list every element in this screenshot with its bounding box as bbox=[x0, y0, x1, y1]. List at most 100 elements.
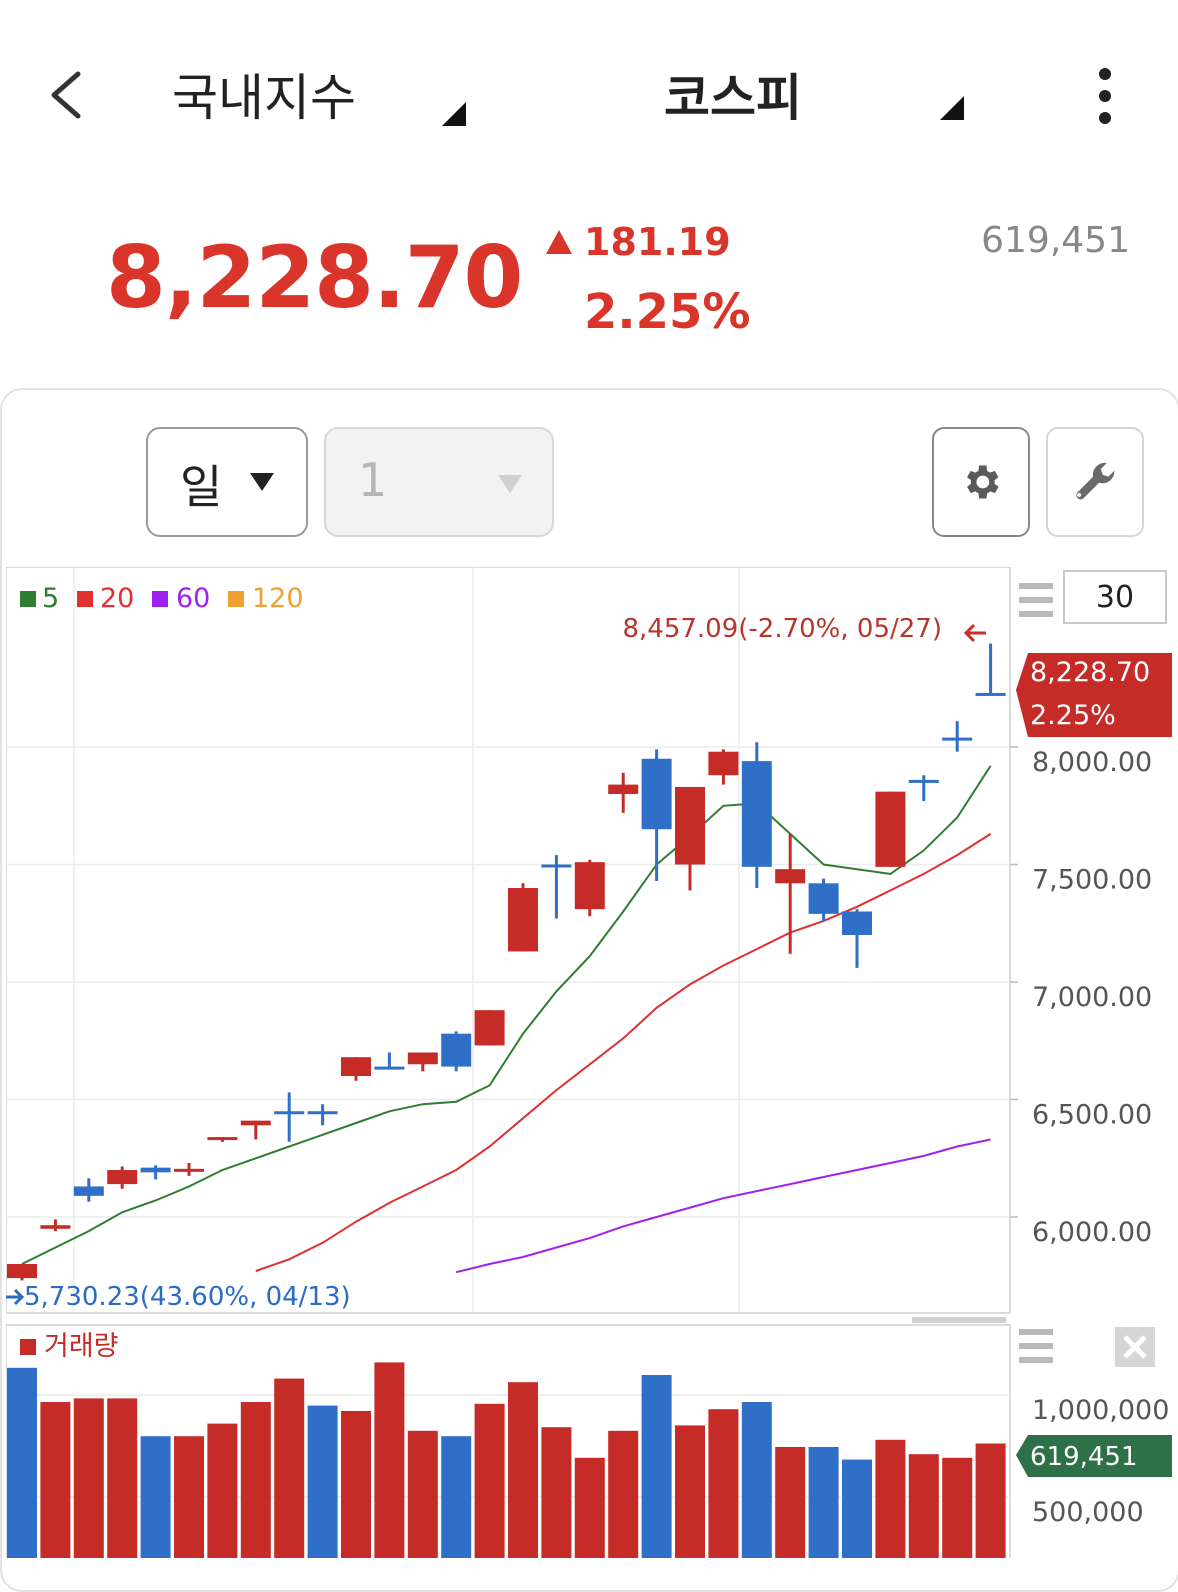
wrench-icon bbox=[1076, 462, 1115, 500]
back-chevron-icon[interactable] bbox=[46, 70, 86, 120]
legend-label-5: 5 bbox=[42, 583, 59, 614]
volume-bar bbox=[274, 1378, 305, 1558]
chart-menu-icon[interactable] bbox=[1019, 583, 1053, 617]
volume-last-tag-value: 619,451 bbox=[1030, 1442, 1138, 1472]
candle-body bbox=[942, 737, 973, 741]
volume-bar bbox=[541, 1427, 572, 1558]
chevron-down-icon bbox=[498, 475, 522, 493]
price-axis-tick-label: 7,000.00 bbox=[1032, 982, 1152, 1013]
candle-body bbox=[207, 1137, 238, 1141]
legend-swatch-20 bbox=[77, 591, 93, 607]
more-options-icon[interactable] bbox=[1090, 66, 1120, 126]
chevron-down-icon bbox=[250, 473, 274, 491]
volume-bar bbox=[975, 1443, 1006, 1558]
candle-body bbox=[608, 784, 639, 794]
price-change-percent: 2.25% bbox=[584, 284, 751, 340]
volume-bar bbox=[140, 1436, 171, 1558]
volume-bar bbox=[441, 1436, 472, 1558]
gear-icon bbox=[967, 465, 999, 499]
candle-body bbox=[574, 862, 605, 910]
candle-body bbox=[73, 1186, 104, 1196]
volume-bar bbox=[240, 1402, 271, 1558]
legend-label-120: 120 bbox=[252, 583, 304, 614]
volume-bar bbox=[508, 1382, 538, 1558]
up-arrow-icon bbox=[546, 230, 572, 254]
volume-bar bbox=[708, 1409, 739, 1558]
price-axis-tick-label: 8,000.00 bbox=[1032, 747, 1152, 778]
volume-bar bbox=[775, 1447, 806, 1558]
period-select-value: 일 bbox=[180, 460, 223, 514]
legend-swatch-60 bbox=[152, 591, 168, 607]
candle-body bbox=[140, 1167, 171, 1173]
price-axis: 8,000.00 7,500.00 7,000.00 6,500.00 6,000.00 bbox=[1010, 746, 1152, 1248]
high-marker-label: 8,457.09(-2.70%, 05/27) bbox=[622, 614, 942, 644]
candle-body bbox=[875, 791, 906, 867]
volume-legend-label: 거래량 bbox=[44, 1331, 119, 1362]
category-dropdown-icon[interactable] bbox=[440, 100, 468, 128]
volume-menu-icon[interactable] bbox=[1019, 1329, 1053, 1363]
price-chart[interactable]: 8,000.00 7,500.00 7,000.00 6,500.00 6,000.00… bbox=[6, 567, 1178, 1558]
volume-bar bbox=[307, 1405, 338, 1558]
candle-body bbox=[274, 1111, 305, 1115]
candle-body bbox=[374, 1066, 405, 1070]
volume-bar bbox=[942, 1457, 973, 1558]
volume-bar bbox=[107, 1398, 138, 1558]
candle-body bbox=[775, 869, 806, 884]
legend-swatch-5 bbox=[20, 591, 36, 607]
candle-body bbox=[107, 1170, 138, 1185]
low-marker-label: 5,730.23(43.60%, 04/13) bbox=[24, 1282, 351, 1312]
category-select[interactable]: 국내지수 bbox=[172, 58, 356, 130]
last-price-tag-price: 8,228.70 bbox=[1030, 657, 1150, 688]
candle-body bbox=[407, 1052, 438, 1065]
current-price: 8,228.70 bbox=[106, 228, 523, 328]
chart-scrollbar[interactable] bbox=[912, 1317, 1006, 1323]
volume-bar bbox=[474, 1403, 505, 1558]
index-dropdown-icon[interactable] bbox=[938, 94, 966, 122]
candle-body bbox=[842, 911, 872, 935]
index-select[interactable]: 코스피 bbox=[664, 58, 802, 130]
volume-bar bbox=[7, 1367, 37, 1558]
close-volume-icon[interactable] bbox=[1115, 1327, 1155, 1367]
volume-bar bbox=[741, 1402, 772, 1558]
candle-body bbox=[307, 1111, 338, 1115]
volume-bar bbox=[407, 1430, 438, 1558]
volume-legend-swatch bbox=[20, 1339, 36, 1355]
candle-body bbox=[541, 864, 572, 868]
candle-body bbox=[675, 786, 705, 865]
volume-bar bbox=[574, 1457, 605, 1558]
volume-bar bbox=[808, 1447, 839, 1558]
volume-bar bbox=[374, 1362, 405, 1558]
price-axis-tick-label: 7,500.00 bbox=[1032, 865, 1152, 896]
candle-body bbox=[7, 1264, 37, 1279]
volume-axis-tick-label: 500,000 bbox=[1032, 1497, 1144, 1528]
candle-count-input[interactable]: 30 bbox=[1096, 580, 1134, 615]
trading-volume: 619,451 bbox=[981, 220, 1130, 261]
volume-bar bbox=[341, 1411, 371, 1558]
volume-bar bbox=[908, 1454, 939, 1558]
candle-body bbox=[240, 1120, 271, 1126]
volume-bar bbox=[842, 1459, 872, 1558]
last-price-tag-percent: 2.25% bbox=[1030, 700, 1116, 731]
volume-bar bbox=[174, 1436, 204, 1558]
price-axis-tick-label: 6,500.00 bbox=[1032, 1100, 1152, 1131]
interval-select-value: 1 bbox=[358, 453, 388, 507]
volume-axis-tick-label: 1,000,000 bbox=[1032, 1395, 1169, 1426]
candle-body bbox=[341, 1057, 371, 1076]
chart-tools-button[interactable] bbox=[1046, 427, 1144, 537]
candle-body bbox=[508, 888, 538, 952]
volume-bar bbox=[641, 1375, 672, 1558]
volume-bar bbox=[875, 1439, 906, 1558]
candle-body bbox=[808, 883, 839, 914]
volume-bar bbox=[40, 1402, 71, 1558]
volume-bar bbox=[207, 1423, 238, 1558]
period-select[interactable]: 일 bbox=[146, 427, 308, 537]
price-axis-tick-label: 6,000.00 bbox=[1032, 1217, 1152, 1248]
volume-bar bbox=[675, 1425, 705, 1558]
candle-body bbox=[908, 779, 939, 783]
candle-body bbox=[975, 692, 1006, 696]
chart-settings-button[interactable] bbox=[932, 427, 1030, 537]
interval-select: 1 bbox=[324, 427, 554, 537]
candle-body bbox=[474, 1010, 505, 1046]
price-change: 181.19 bbox=[584, 220, 731, 264]
volume-bar bbox=[73, 1398, 104, 1558]
